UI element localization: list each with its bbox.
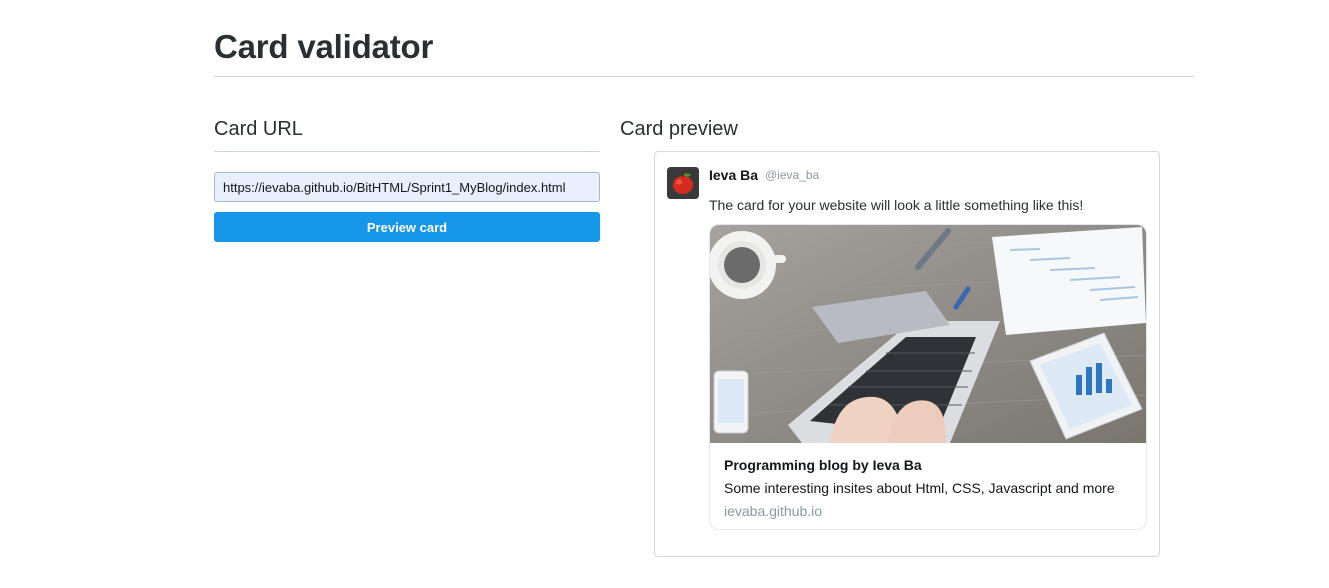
card-image: [710, 225, 1146, 443]
card-url-input[interactable]: [214, 172, 600, 202]
preview-card-button[interactable]: Preview card: [214, 212, 600, 242]
card-preview-heading: Card preview: [620, 118, 738, 140]
author-name: Ieva Ba: [709, 167, 759, 183]
card-title: Programming blog by Ieva Ba: [724, 457, 922, 473]
author-handle: @ieva_ba: [765, 168, 820, 182]
card-domain: ievaba.github.io: [724, 503, 823, 519]
avatar: [667, 167, 699, 199]
card-url-divider: [214, 151, 600, 152]
title-divider: [214, 76, 1194, 77]
link-card[interactable]: Programming blog by Ieva Ba Some interes…: [709, 224, 1147, 530]
card-url-heading: Card URL: [214, 118, 303, 140]
card-description: Some interesting insites about Html, CSS…: [724, 480, 1115, 496]
tweet-preview: Ieva Ba @ieva_ba The card for your websi…: [654, 151, 1160, 557]
tweet-text: The card for your website will look a li…: [709, 197, 1084, 213]
page-title: Card validator: [214, 28, 434, 65]
